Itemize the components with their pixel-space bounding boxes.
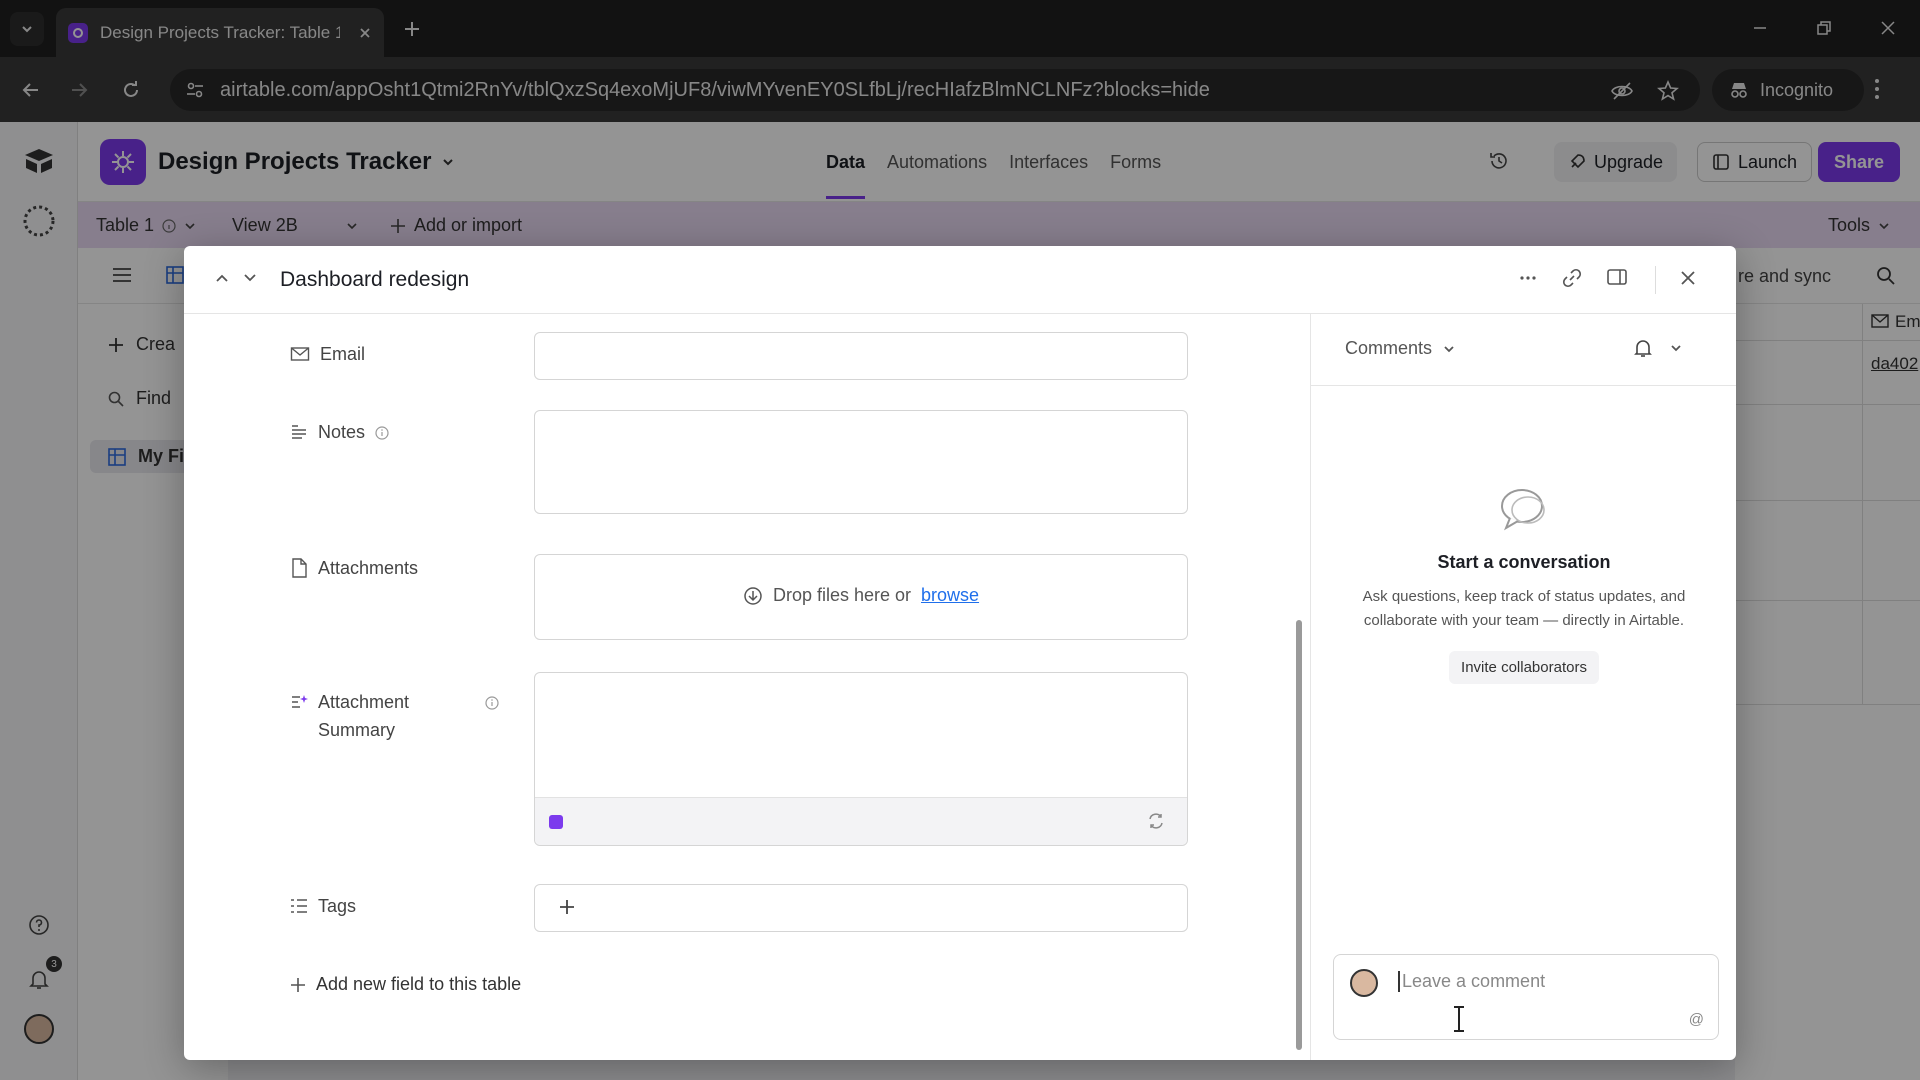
attachment-summary-field[interactable] <box>534 672 1188 846</box>
chevron-down-icon <box>1671 345 1681 352</box>
dropzone-text: Drop files here or browse <box>535 585 1187 606</box>
fields-scrollbar[interactable] <box>1296 620 1302 1050</box>
attachments-label: Attachments <box>318 558 419 578</box>
close-record-icon[interactable] <box>1678 268 1698 288</box>
bell-icon <box>1634 340 1652 357</box>
attachments-dropzone[interactable]: Drop files here or browse <box>534 554 1188 640</box>
field-label-attachment-summary: Attachment Summary <box>290 688 499 744</box>
next-record-icon[interactable] <box>242 270 258 286</box>
ai-field-icon <box>292 695 308 708</box>
comments-header: Comments <box>1311 314 1736 386</box>
notes-field[interactable] <box>534 410 1188 514</box>
email-label: Email <box>320 344 366 364</box>
tags-field[interactable] <box>534 884 1188 932</box>
email-field[interactable] <box>534 332 1188 380</box>
empty-description: Ask questions, keep track of status upda… <box>1362 588 1686 629</box>
copy-link-icon[interactable] <box>1562 268 1582 288</box>
record-modal: Dashboard redesign Email Notes Attachmen… <box>184 246 1736 1060</box>
text-cursor-icon <box>1452 1006 1466 1032</box>
field-label-tags: Tags <box>290 892 356 920</box>
record-title: Dashboard redesign <box>280 268 470 291</box>
header-divider <box>1655 266 1656 294</box>
comment-placeholder: Leave a comment <box>1398 971 1545 992</box>
multi-select-icon <box>291 899 307 913</box>
comment-input[interactable]: Leave a comment @ <box>1333 954 1719 1040</box>
tags-label: Tags <box>318 896 357 916</box>
plus-icon <box>291 977 305 992</box>
record-fields: Email Notes Attachments Drop files here … <box>184 314 1310 1060</box>
notification-settings[interactable] <box>1633 338 1683 358</box>
record-header: Dashboard redesign <box>184 246 1736 314</box>
invite-collaborators-button[interactable]: Invite collaborators <box>1449 651 1599 684</box>
comments-empty-state: Start a conversation Ask questions, keep… <box>1311 486 1736 684</box>
comments-filter-dropdown[interactable]: Comments <box>1345 338 1456 359</box>
regenerate-icon[interactable] <box>1147 812 1165 830</box>
mention-button[interactable]: @ <box>1689 1011 1704 1028</box>
field-label-email: Email <box>290 340 365 368</box>
info-icon <box>375 426 389 440</box>
file-icon <box>292 558 307 578</box>
info-icon <box>485 696 499 710</box>
ai-generate-strip <box>535 797 1187 845</box>
comments-panel: Comments Start a conversation Ask questi… <box>1310 314 1736 1060</box>
ai-badge-icon <box>549 815 563 829</box>
empty-title: Start a conversation <box>1437 552 1611 572</box>
comments-title: Comments <box>1345 338 1433 358</box>
previous-record-icon[interactable] <box>214 270 230 286</box>
attachment-summary-label: Attachment Summary <box>318 688 409 744</box>
long-text-icon <box>292 425 306 439</box>
chat-bubble-icon <box>1501 489 1545 531</box>
upload-icon <box>744 586 762 605</box>
attachment-summary-label-line2: Summary <box>318 720 396 740</box>
attachment-summary-label-line1: Attachment <box>318 692 410 712</box>
add-new-field-label: Add new field to this table <box>316 974 522 994</box>
toggle-comments-icon[interactable] <box>1606 268 1628 288</box>
browse-link[interactable]: browse <box>921 585 979 606</box>
commenter-avatar <box>1350 969 1378 997</box>
add-new-field-button[interactable]: Add new field to this table <box>290 974 521 995</box>
mail-icon <box>290 347 310 361</box>
add-tag-icon[interactable] <box>557 897 577 917</box>
drop-files-label: Drop files here or <box>772 585 912 605</box>
field-label-notes: Notes <box>290 418 389 446</box>
field-label-attachments: Attachments <box>290 554 418 582</box>
more-options-icon[interactable] <box>1518 268 1538 288</box>
chevron-down-icon <box>1444 345 1454 352</box>
notes-label: Notes <box>318 422 366 442</box>
